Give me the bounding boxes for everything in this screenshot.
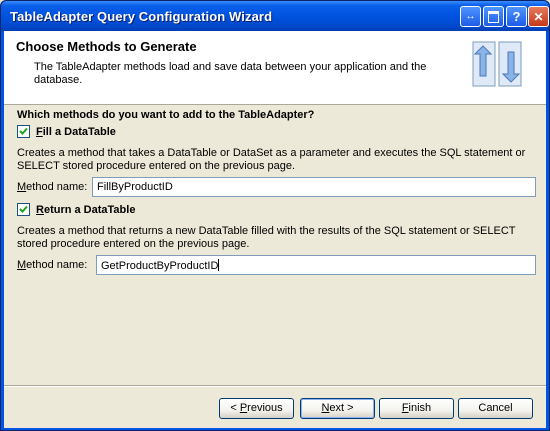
previous-button[interactable]: < Previous <box>219 398 294 419</box>
fill-method-name-input[interactable]: FillByProductID <box>92 177 536 197</box>
return-datatable-checkbox[interactable] <box>17 203 30 216</box>
table-sync-icon <box>472 41 522 87</box>
restore-button[interactable] <box>483 6 504 27</box>
finish-button[interactable]: Finish <box>379 398 454 419</box>
page-description: The TableAdapter methods load and save d… <box>34 61 427 86</box>
return-description: Creates a method that returns a new Data… <box>17 225 516 250</box>
question-icon: ? <box>512 9 521 24</box>
checkmark-icon <box>19 127 28 135</box>
next-button[interactable]: Next > <box>300 398 375 419</box>
methods-question: Which methods do you want to add to the … <box>17 109 315 121</box>
return-datatable-label[interactable]: Return a DataTable <box>36 204 135 216</box>
wizard-header: Choose Methods to Generate The TableAdap… <box>4 31 546 105</box>
title-bar[interactable]: TableAdapter Query Configuration Wizard … <box>1 1 549 31</box>
fill-description: Creates a method that takes a DataTable … <box>17 147 526 172</box>
context-help-button[interactable]: ↔ <box>460 6 481 27</box>
footer-divider <box>4 385 546 387</box>
wizard-body: Choose Methods to Generate The TableAdap… <box>4 31 546 428</box>
cancel-button[interactable]: Cancel <box>458 398 533 419</box>
close-icon: ✕ <box>533 9 544 24</box>
fill-datatable-label[interactable]: Fill a DataTable <box>36 126 116 138</box>
wizard-window: TableAdapter Query Configuration Wizard … <box>0 0 550 431</box>
arrows-icon: ↔ <box>465 11 476 22</box>
help-button[interactable]: ? <box>506 6 527 27</box>
return-method-name-label: Method name: <box>17 259 88 271</box>
text-caret <box>218 259 220 271</box>
fill-method-name-label: Method name: <box>17 181 88 193</box>
checkmark-icon <box>19 205 28 213</box>
close-button[interactable]: ✕ <box>528 6 549 27</box>
fill-datatable-checkbox[interactable] <box>17 125 30 138</box>
restore-icon <box>488 10 499 23</box>
window-title: TableAdapter Query Configuration Wizard <box>10 9 273 24</box>
return-method-name-input[interactable]: GetProductByProductID <box>96 255 536 275</box>
page-title: Choose Methods to Generate <box>16 39 197 54</box>
